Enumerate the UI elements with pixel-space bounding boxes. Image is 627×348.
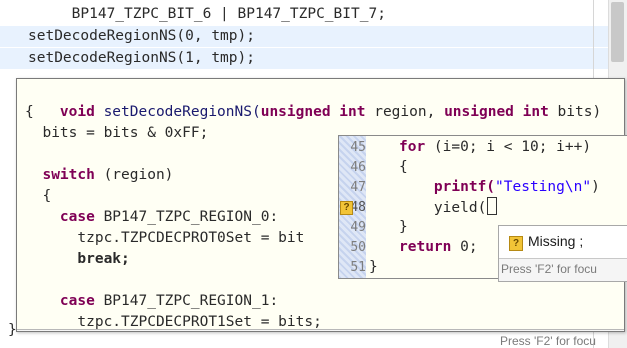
code-line-bits-or: BP147_TZPC_BIT_6 | BP147_TZPC_BIT_7; (28, 6, 386, 22)
open-brace: { (25, 104, 34, 120)
param-bits: bits) (548, 104, 602, 120)
hover-footer-bar (17, 330, 624, 331)
warning-icon[interactable]: ? (340, 201, 353, 215)
code-line-setdecode-1: setDecodeRegionNS(1, tmp); (0, 48, 621, 69)
case-label-1: BP147_TZPC_REGION_1: (94, 293, 279, 309)
tooltip-focus-hint[interactable]: Press 'F2' for focu (501, 262, 597, 276)
case-region-0: case BP147_TZPC_REGION_0: (25, 207, 278, 228)
warning-icon: ? (509, 236, 523, 251)
kw-case: case (25, 209, 95, 225)
kw-void: void (59, 104, 95, 120)
return-value: 0; (451, 239, 478, 255)
kw-unsigned-int-1: unsigned int (260, 104, 366, 120)
line-number: 47 (350, 180, 366, 195)
for-open-brace: { (399, 159, 408, 175)
for-loop-line: for (i=0; i < 10; i++) (399, 137, 591, 158)
fn-name: setDecodeRegionNS( (94, 104, 261, 120)
switch-line: switch (region) (25, 165, 173, 186)
kw-unsigned-int-2: unsigned int (444, 104, 549, 120)
fn-printf: printf( (399, 179, 496, 195)
problem-tooltip[interactable]: ? Missing ; Press 'F2' for focu (498, 225, 627, 282)
line-number: 45 (350, 140, 366, 155)
kw-for: for (399, 139, 426, 155)
hover-focus-hint[interactable]: Press 'F2' for focu (500, 334, 596, 348)
text-cursor (487, 197, 498, 215)
line-number: 49 (350, 220, 366, 235)
bits-mask-line: bits = bits & 0xFF; (25, 125, 209, 141)
return-line: return 0; (399, 237, 478, 258)
assign-prot0: tzpc.TZPCDECPROT0Set = bit (25, 230, 305, 246)
yield-line[interactable]: yield( (399, 197, 498, 219)
printf-string: "Testing\n" (495, 179, 592, 195)
for-close-brace: } (399, 219, 408, 235)
kw-switch: switch (25, 167, 95, 183)
case-label-0: BP147_TZPC_REGION_0: (94, 209, 279, 225)
param-region: region, (365, 104, 445, 120)
printf-line: printf("Testing\n") (399, 177, 600, 198)
line-number: 51 (350, 260, 366, 275)
line-number: 50 (350, 240, 366, 255)
scrollbar-thumb[interactable] (611, 2, 624, 62)
break-statement: break; (25, 251, 130, 267)
for-header: (i=0; i < 10; i++) (425, 139, 592, 155)
kw-case-1: case (25, 293, 95, 309)
yield-call: yield( (399, 200, 487, 216)
code-line-setdecode-0: setDecodeRegionNS(0, tmp); (0, 26, 621, 47)
kw-return: return (399, 239, 452, 255)
case-region-1: case BP147_TZPC_REGION_1: (25, 291, 278, 312)
tooltip-message[interactable]: Missing ; (528, 233, 583, 249)
switch-expr: (region) (94, 167, 174, 183)
function-signature: void setDecodeRegionNS(unsigned int regi… (25, 81, 601, 120)
switch-brace: { (25, 188, 52, 204)
function-close-brace: } (369, 259, 378, 275)
editor-closing-brace: } (8, 322, 17, 338)
line-number: 46 (350, 160, 366, 175)
printf-close: ) (591, 179, 600, 195)
